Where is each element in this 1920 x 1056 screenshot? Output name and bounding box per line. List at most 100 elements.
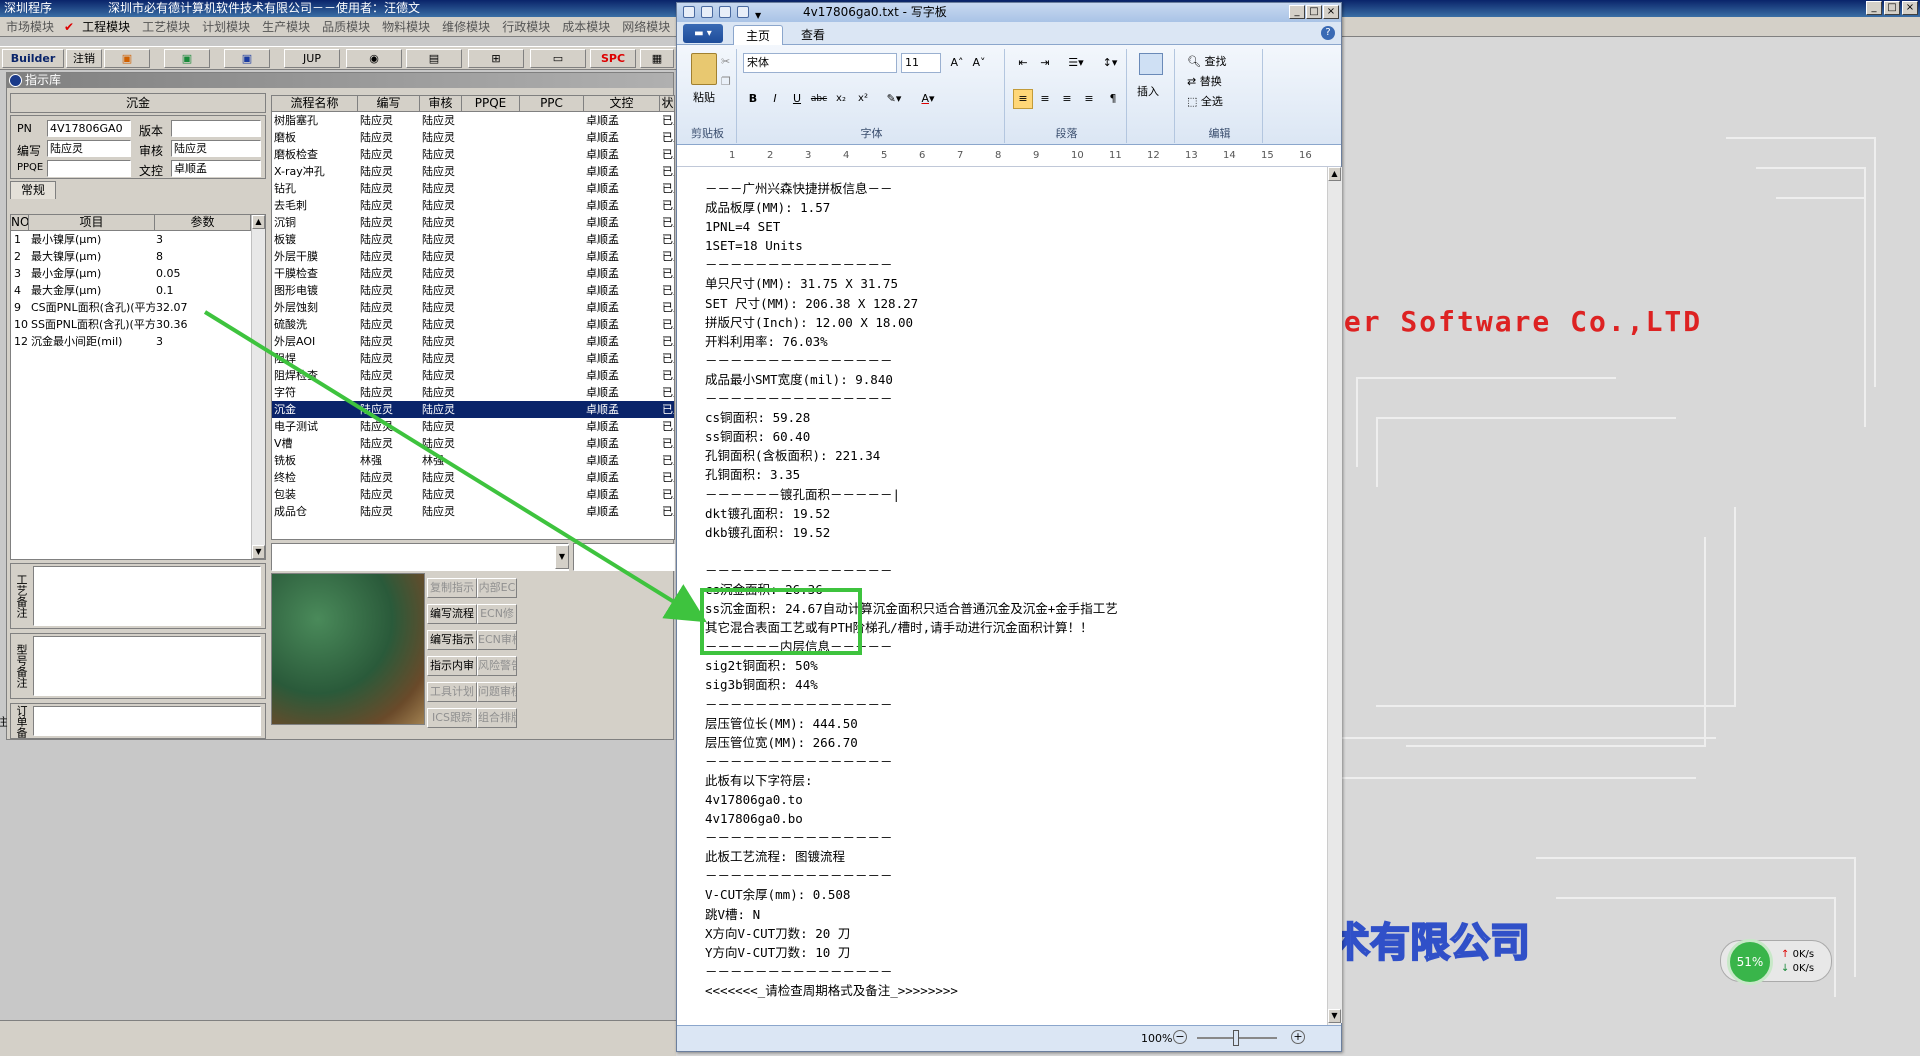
flow-row[interactable]: 字符 陆应灵 陆应灵 卓顺孟 已上: [272, 384, 674, 401]
subscript-icon[interactable]: x₂: [831, 89, 851, 109]
paste-icon[interactable]: [691, 53, 717, 85]
action-button[interactable]: 问题审核: [477, 682, 517, 702]
copy-icon[interactable]: ❐: [721, 75, 731, 88]
close-button[interactable]: ×: [1902, 1, 1918, 15]
jup-button[interactable]: JUP: [284, 49, 340, 68]
menu-repair[interactable]: 维修模块: [436, 17, 496, 37]
network-icon[interactable]: ⊞: [468, 49, 524, 68]
flow-row[interactable]: 终检 陆应灵 陆应灵 卓顺孟 已上: [272, 469, 674, 486]
scroll-up-icon[interactable]: ▲: [252, 215, 265, 229]
font-color-icon[interactable]: A▾: [913, 89, 943, 109]
bold-icon[interactable]: B: [743, 89, 763, 109]
flow-row[interactable]: 钻孔 陆应灵 陆应灵 卓顺孟 已上: [272, 180, 674, 197]
author-field[interactable]: 陆应灵: [47, 140, 131, 157]
flow-header[interactable]: PPC: [520, 96, 584, 112]
doc-scroll-down-icon[interactable]: ▼: [1328, 1009, 1341, 1023]
flow-row[interactable]: 阻焊 陆应灵 陆应灵 卓顺孟 已上: [272, 350, 674, 367]
flow-row[interactable]: 铣板 林强 林强 卓顺孟 已上: [272, 452, 674, 469]
menu-production[interactable]: 生产模块: [256, 17, 316, 37]
wordpad-maximize-button[interactable]: □: [1306, 5, 1322, 19]
help-icon[interactable]: ?: [1321, 26, 1335, 40]
param-row[interactable]: 10 SS面PNL面积(含孔)(平方 30.36: [11, 316, 265, 333]
flow-row[interactable]: 阻焊检查 陆应灵 陆应灵 卓顺孟 已上: [272, 367, 674, 384]
increase-indent-icon[interactable]: ⇥: [1035, 53, 1055, 73]
excel-icon[interactable]: ▣: [164, 49, 210, 68]
tab-normal[interactable]: 常规: [10, 181, 56, 199]
flow-header[interactable]: 状: [660, 96, 674, 112]
undo-icon[interactable]: [719, 6, 731, 18]
flow-row[interactable]: V槽 陆应灵 陆应灵 卓顺孟 已上: [272, 435, 674, 452]
logout-button[interactable]: 注销: [66, 49, 102, 68]
note-field[interactable]: [33, 706, 261, 736]
justify-icon[interactable]: ≡: [1079, 89, 1099, 109]
tab-home[interactable]: 主页: [733, 25, 784, 45]
tab-view[interactable]: 查看: [789, 25, 837, 45]
flow-row[interactable]: 树脂塞孔 陆应灵 陆应灵 卓顺孟 已上: [272, 112, 674, 129]
flow-row[interactable]: 硫酸洗 陆应灵 陆应灵 卓顺孟 已上: [272, 316, 674, 333]
action-button[interactable]: ICS跟踪: [427, 708, 477, 728]
menu-cost[interactable]: 成本模块: [556, 17, 616, 37]
action-button[interactable]: 指示内审: [427, 656, 477, 676]
menu-quality[interactable]: 品质模块: [316, 17, 376, 37]
word-icon[interactable]: ▣: [224, 49, 270, 68]
menu-process[interactable]: 工艺模块: [136, 17, 196, 37]
param-header-value[interactable]: 参数: [155, 215, 251, 231]
ruler[interactable]: 1 2 3 4 5 6 7 8 9 10 11 12 13 14 15 16: [677, 145, 1341, 167]
file-menu-button[interactable]: ▬ ▾: [683, 24, 723, 43]
shrink-font-icon[interactable]: A˅: [969, 53, 989, 73]
quick-access-dropdown-icon[interactable]: ▼: [755, 6, 767, 20]
superscript-icon[interactable]: x²: [853, 89, 873, 109]
flow-row[interactable]: 磨板 陆应灵 陆应灵 卓顺孟 已上: [272, 129, 674, 146]
flow-row[interactable]: 外层蚀刻 陆应灵 陆应灵 卓顺孟 已上: [272, 299, 674, 316]
flow-row[interactable]: 包装 陆应灵 陆应灵 卓顺孟 已上: [272, 486, 674, 503]
ppqe-field[interactable]: [47, 160, 131, 177]
review-field[interactable]: 陆应灵: [171, 140, 261, 157]
flow-row[interactable]: X-ray冲孔 陆应灵 陆应灵 卓顺孟 已上: [272, 163, 674, 180]
flow-row[interactable]: 干膜检查 陆应灵 陆应灵 卓顺孟 已上: [272, 265, 674, 282]
dropdown-arrow-icon[interactable]: ▼: [555, 545, 569, 569]
action-button[interactable]: 风险警告: [477, 656, 517, 676]
eye-icon[interactable]: ◉: [346, 49, 402, 68]
flow-row[interactable]: 电子测试 陆应灵 陆应灵 卓顺孟 已上: [272, 418, 674, 435]
font-size-combo[interactable]: 11: [901, 53, 941, 73]
window-icon[interactable]: ▦: [640, 49, 674, 68]
minimize-button[interactable]: _: [1866, 1, 1882, 15]
flow-row[interactable]: 图形电镀 陆应灵 陆应灵 卓顺孟 已上: [272, 282, 674, 299]
redo-icon[interactable]: [737, 6, 749, 18]
powerpoint-icon[interactable]: ▣: [104, 49, 150, 68]
insert-image-icon[interactable]: [1139, 53, 1163, 75]
doc-control-field[interactable]: 卓顺孟: [171, 160, 261, 177]
action-button[interactable]: ECN修: [477, 604, 517, 624]
param-header-no[interactable]: NO: [11, 215, 29, 231]
action-button[interactable]: 工具计划: [427, 682, 477, 702]
flow-row[interactable]: 外层干膜 陆应灵 陆应灵 卓顺孟 已上: [272, 248, 674, 265]
param-row[interactable]: 12 沉金最小间距(mil) 3: [11, 333, 265, 350]
align-right-icon[interactable]: ≡: [1057, 89, 1077, 109]
flow-header[interactable]: 流程名称: [272, 96, 358, 112]
action-button[interactable]: 编写流程: [427, 604, 477, 624]
align-center-icon[interactable]: ≡: [1035, 89, 1055, 109]
builder-button[interactable]: Builder: [2, 49, 64, 68]
menu-market[interactable]: 市场模块: [0, 17, 60, 37]
action-button[interactable]: 复制指示: [427, 578, 477, 598]
italic-icon[interactable]: I: [765, 89, 785, 109]
list-icon[interactable]: ☰▾: [1061, 53, 1091, 73]
wordpad-app-icon[interactable]: [683, 6, 695, 18]
doc-scroll-up-icon[interactable]: ▲: [1328, 167, 1341, 181]
save-icon[interactable]: [701, 6, 713, 18]
spc-button[interactable]: SPC: [590, 49, 636, 68]
decrease-indent-icon[interactable]: ⇤: [1013, 53, 1033, 73]
flow-header[interactable]: PPQE: [462, 96, 520, 112]
param-row[interactable]: 4 最大金厚(μm) 0.1: [11, 282, 265, 299]
find-button[interactable]: 🔍︎ 查找: [1187, 53, 1226, 69]
flow-row[interactable]: 去毛刺 陆应灵 陆应灵 卓顺孟 已上: [272, 197, 674, 214]
highlight-color-icon[interactable]: ✎▾: [879, 89, 909, 109]
menu-engineering[interactable]: 工程模块: [76, 17, 136, 37]
param-row[interactable]: 2 最大镍厚(μm) 8: [11, 248, 265, 265]
select-all-button[interactable]: ⬚ 全选: [1187, 93, 1223, 109]
flow-row[interactable]: 沉铜 陆应灵 陆应灵 卓顺孟 已上: [272, 214, 674, 231]
action-button[interactable]: 内部EC: [477, 578, 517, 598]
flow-row[interactable]: 成品仓 陆应灵 陆应灵 卓顺孟 已上: [272, 503, 674, 520]
flow-row[interactable]: 沉金 陆应灵 陆应灵 卓顺孟 已上: [272, 401, 674, 418]
grow-font-icon[interactable]: A˄: [947, 53, 967, 73]
